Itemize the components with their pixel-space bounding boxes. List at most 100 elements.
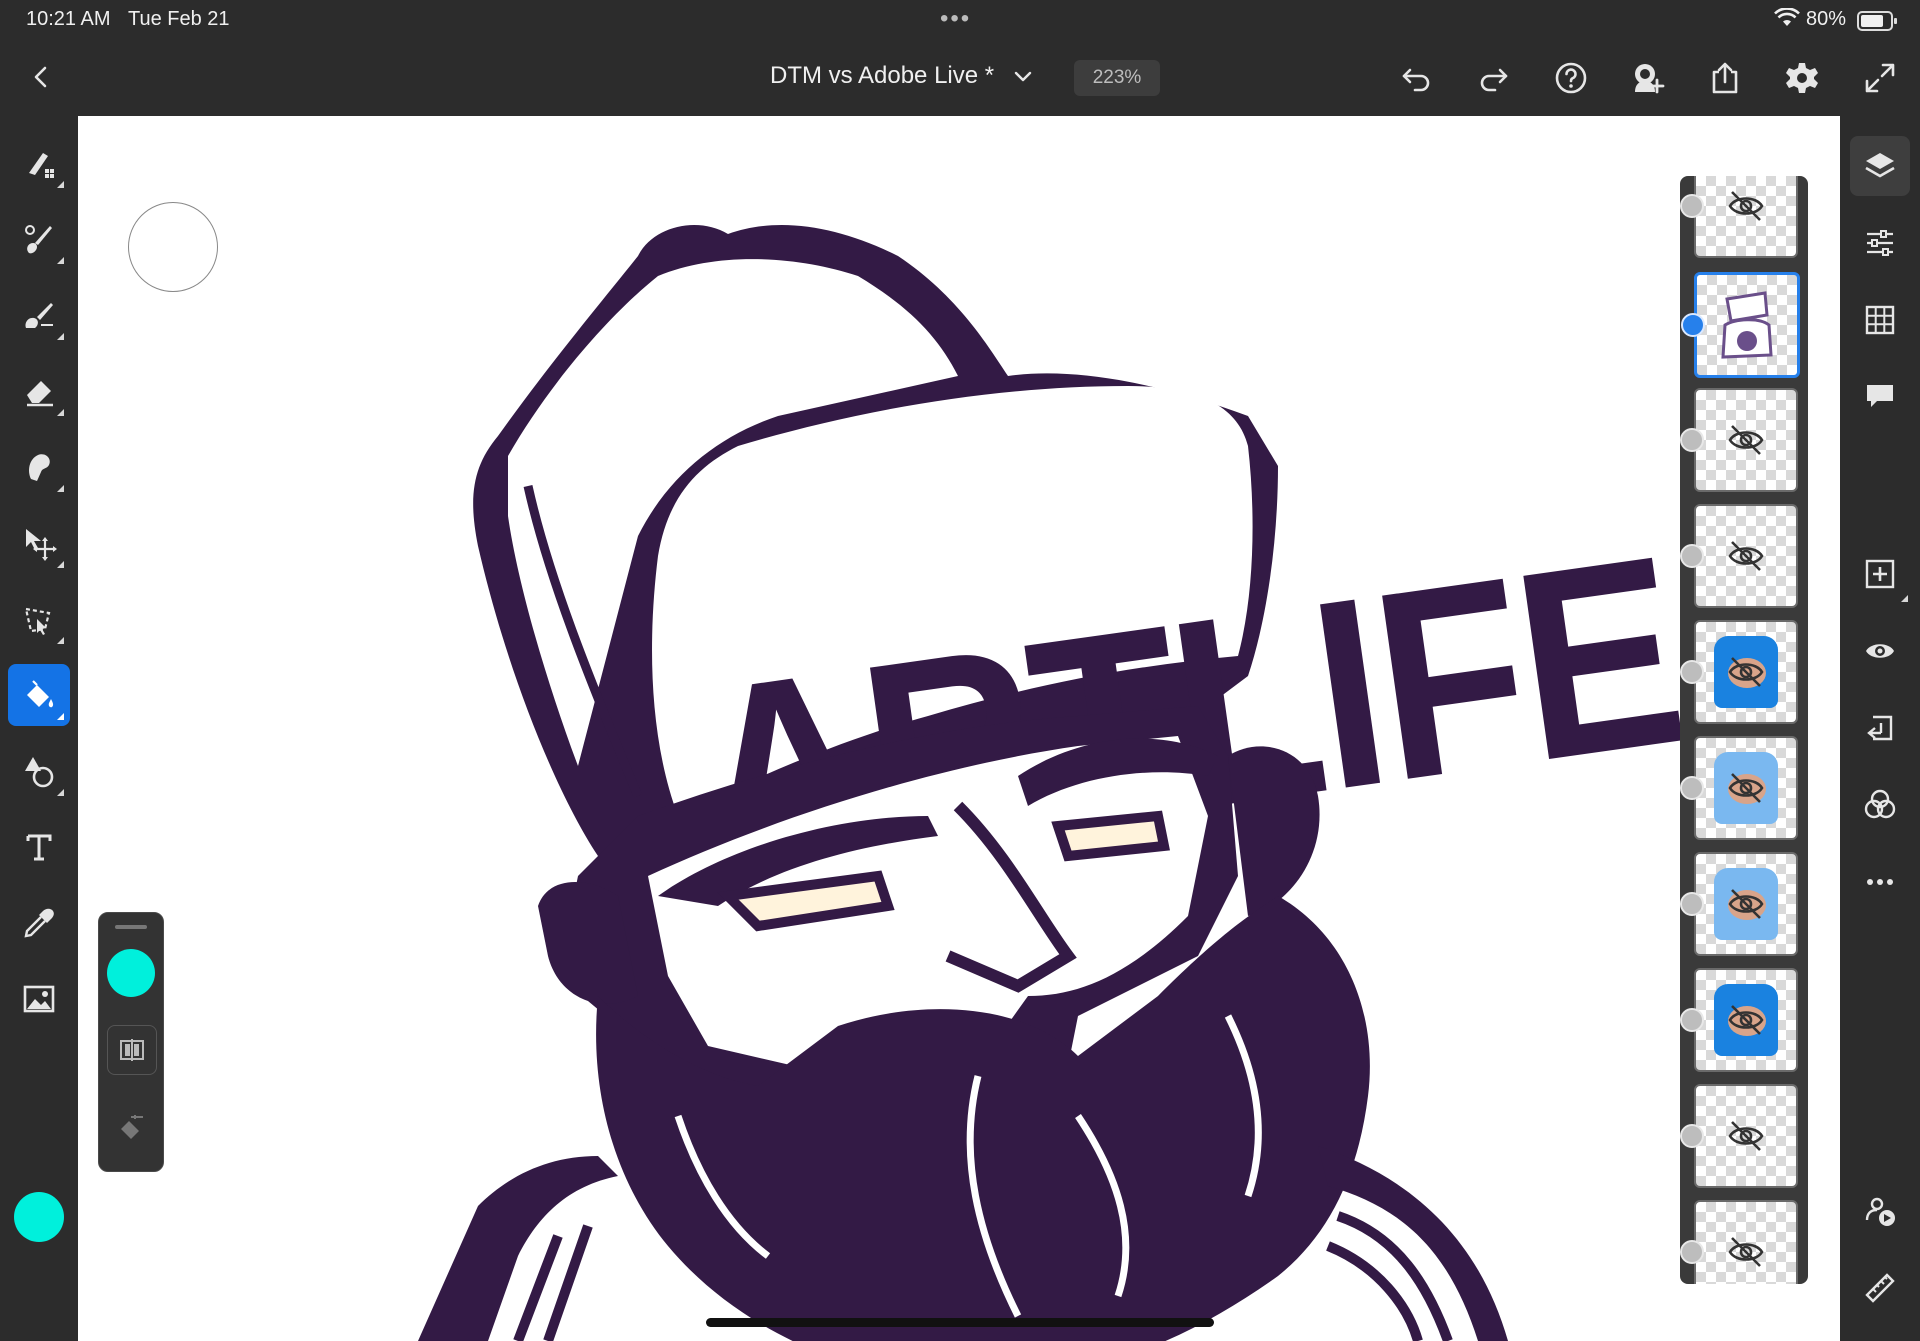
image-icon (23, 985, 55, 1013)
shape-icon (25, 757, 54, 788)
split-view-icon (120, 1039, 144, 1061)
layer-select-radio[interactable] (1681, 313, 1705, 337)
layer-thumbnail[interactable] (1680, 1200, 1798, 1284)
properties-button[interactable] (1850, 213, 1910, 273)
share-icon[interactable] (1707, 60, 1743, 96)
layer-thumbnail[interactable] (1680, 968, 1798, 1072)
layer-thumbnail[interactable] (1680, 1084, 1798, 1188)
layer-thumbnail[interactable] (1680, 388, 1798, 492)
settings-gear-icon[interactable] (1784, 60, 1820, 96)
layer-thumbnail[interactable] (1680, 176, 1798, 258)
layer-thumbnail[interactable] (1680, 504, 1798, 608)
ruler-button[interactable] (1850, 1258, 1910, 1318)
zoom-level[interactable]: 223% (1074, 60, 1160, 96)
chevron-down-icon[interactable] (1012, 65, 1034, 87)
smudge-icon (29, 454, 50, 481)
layer-thumbnail[interactable] (1680, 620, 1798, 724)
brush-size-cursor (128, 202, 218, 292)
right-eye (1051, 810, 1170, 862)
layer-select-radio[interactable] (1680, 194, 1704, 218)
eyedropper-tool[interactable] (8, 892, 70, 954)
pixel-brush-tool[interactable] (8, 132, 70, 194)
more-options-button[interactable] (1850, 852, 1910, 912)
back-chevron-icon[interactable] (24, 60, 58, 94)
ruler-icon (1865, 1273, 1895, 1303)
eyedropper-icon (24, 908, 54, 938)
layer-select-radio[interactable] (1680, 892, 1704, 916)
eye-hidden-icon[interactable] (1726, 884, 1766, 924)
invite-user-icon[interactable] (1630, 60, 1666, 96)
visibility-icon (1866, 644, 1894, 658)
add-layer-button[interactable] (1850, 544, 1910, 604)
comments-icon (1867, 385, 1893, 407)
image-tool[interactable] (8, 968, 70, 1030)
right-ear (1228, 746, 1320, 916)
fill-options-button[interactable] (107, 1103, 157, 1153)
eye-hidden-icon[interactable] (1726, 652, 1766, 692)
layers-panel (1680, 176, 1808, 1284)
smudge-tool[interactable] (8, 436, 70, 498)
fill-settings-icon (121, 1115, 143, 1139)
live-stream-button[interactable] (1850, 1181, 1910, 1241)
eye-hidden-icon[interactable] (1726, 1116, 1766, 1156)
wifi-icon (1774, 7, 1800, 33)
layer-select-radio[interactable] (1680, 1124, 1704, 1148)
more-icon (1867, 879, 1893, 885)
home-indicator[interactable] (706, 1318, 1214, 1327)
blend-mode-button[interactable] (1850, 775, 1910, 835)
layer-select-radio[interactable] (1680, 1008, 1704, 1032)
layer-select-radio[interactable] (1680, 1240, 1704, 1264)
current-color-swatch[interactable] (14, 1192, 64, 1242)
eye-hidden-icon[interactable] (1726, 768, 1766, 808)
compare-button[interactable] (107, 1025, 157, 1075)
redo-icon[interactable] (1476, 60, 1512, 96)
layer-select-radio[interactable] (1680, 428, 1704, 452)
layer-select-radio[interactable] (1680, 660, 1704, 684)
multitasking-dots[interactable]: ••• (940, 5, 971, 33)
merge-down-icon (1867, 715, 1893, 741)
fill-tool[interactable] (8, 664, 70, 726)
merge-down-button[interactable] (1850, 698, 1910, 758)
layers-icon (1865, 153, 1895, 178)
artwork-illustration: ARTLIFE (418, 225, 1696, 1341)
visibility-button[interactable] (1850, 621, 1910, 681)
eye-hidden-icon[interactable] (1726, 186, 1766, 226)
fullscreen-icon[interactable] (1862, 60, 1898, 96)
layer-thumbnail[interactable] (1680, 852, 1798, 956)
layer-select-radio[interactable] (1680, 544, 1704, 568)
properties-icon (1867, 230, 1893, 256)
canvas[interactable]: ARTLIFE (78, 116, 1840, 1341)
eraser-icon (27, 381, 53, 407)
eye-hidden-icon[interactable] (1726, 536, 1766, 576)
blend-mode-icon (1864, 789, 1896, 819)
paint-brush-tool[interactable] (8, 208, 70, 270)
layer-select-radio[interactable] (1680, 776, 1704, 800)
status-bar: 10:21 AM Tue Feb 21 ••• 80% (0, 0, 1920, 38)
layer-thumbnail[interactable] (1680, 736, 1798, 840)
battery-percent: 80% (1806, 8, 1847, 30)
move-tool[interactable] (8, 512, 70, 574)
lasso-select-tool[interactable] (8, 588, 70, 650)
mixer-brush-tool[interactable] (8, 284, 70, 346)
document-title-group[interactable]: DTM vs Adobe Live * (770, 62, 1034, 90)
shape-tool[interactable] (8, 740, 70, 802)
right-shoulder (1318, 1146, 1508, 1341)
eye-hidden-icon[interactable] (1726, 1000, 1766, 1040)
comments-button[interactable] (1850, 366, 1910, 426)
document-title[interactable]: DTM vs Adobe Live * (770, 62, 994, 90)
text-tool[interactable] (8, 816, 70, 878)
quick-color-swatch[interactable] (107, 949, 155, 997)
live-stream-icon (1865, 1197, 1895, 1226)
help-icon[interactable] (1553, 60, 1589, 96)
touch-shortcut-panel (98, 912, 164, 1172)
left-shoulder-stripes (513, 1224, 593, 1341)
eye-hidden-icon[interactable] (1726, 420, 1766, 460)
layer-thumbnail-selected[interactable] (1681, 272, 1800, 378)
eraser-tool[interactable] (8, 360, 70, 422)
panel-grip-handle[interactable] (115, 925, 147, 929)
grid-button[interactable] (1850, 290, 1910, 350)
undo-icon[interactable] (1398, 60, 1434, 96)
layers-button[interactable] (1850, 136, 1910, 196)
eye-hidden-icon[interactable] (1726, 1232, 1766, 1272)
status-time: 10:21 AM (26, 8, 111, 30)
